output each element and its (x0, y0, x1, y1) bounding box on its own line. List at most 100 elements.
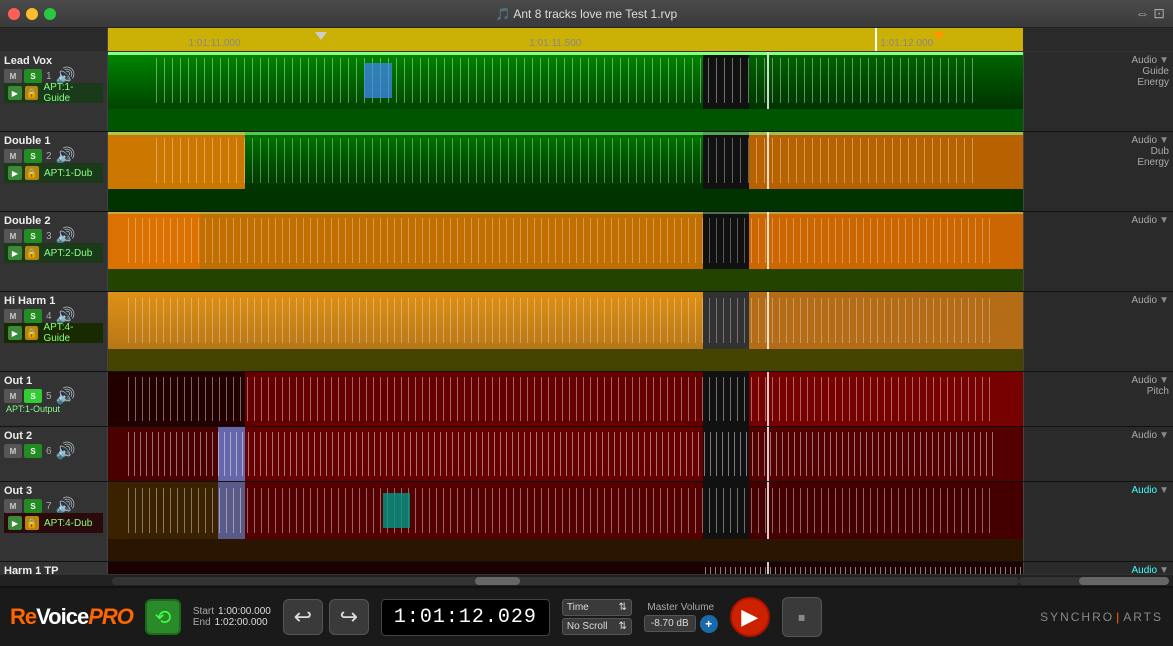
ruler-content[interactable]: 1:01:11.000 1:01:11.500 1:01:12.000 (108, 28, 1173, 51)
mute-button-7[interactable]: M (4, 499, 22, 513)
tracks-container[interactable]: Lead Vox M S 1 🔊 ▶ 🔒 APT:1-Guide (0, 52, 1173, 574)
start-label: Start (193, 606, 214, 617)
apt-lock-4[interactable]: 🔒 (25, 326, 39, 340)
mute-button-2[interactable]: M (4, 149, 22, 163)
volume-knob-1[interactable]: 🔊 (56, 69, 70, 83)
audio-type-1[interactable]: Audio ▼ (1132, 55, 1169, 66)
volume-knob-5[interactable]: 🔊 (56, 389, 70, 403)
play-icon: ▶ (741, 604, 758, 630)
solo-button-2[interactable]: S (24, 149, 42, 163)
solo-button-4[interactable]: S (24, 309, 42, 323)
track-right-7: Audio ▼ (1023, 482, 1173, 561)
waveform-area-8 (108, 562, 1023, 574)
track-content-lead-vox[interactable] (108, 52, 1023, 131)
track-name-lead-vox: Lead Vox (4, 55, 103, 67)
master-vol-label: Master Volume (647, 602, 714, 613)
track-controls-out3: M S 7 🔊 (4, 499, 103, 513)
expand-icon[interactable]: ⇔ (1135, 5, 1149, 22)
track-controls-double1: M S 2 🔊 (4, 149, 103, 163)
mute-button-3[interactable]: M (4, 229, 22, 243)
apt-lock-7[interactable]: 🔒 (25, 516, 39, 530)
audio-type-3[interactable]: Audio ▼ (1132, 215, 1169, 226)
audio-type-7[interactable]: Audio ▼ (1132, 485, 1169, 496)
track-content-hiharm1[interactable] (108, 292, 1023, 371)
track-row-harm1tp: Harm 1 TP M S 8 🔊 (0, 562, 1173, 574)
loop-button[interactable]: ⟲ (145, 599, 181, 635)
track-row-double2: Double 2 M S 3 🔊 ▶ 🔒 APT:2-Dub (0, 212, 1173, 292)
waveform-area-2 (108, 132, 1023, 189)
track-right-2: Audio ▼ Dub Energy (1023, 132, 1173, 211)
h-scroll-thumb[interactable] (475, 577, 520, 585)
mute-button-6[interactable]: M (4, 444, 22, 458)
audio-type-6[interactable]: Audio ▼ (1132, 430, 1169, 441)
audio-type-8[interactable]: Audio ▼ (1132, 565, 1169, 574)
synchro-pipe: | (1116, 610, 1121, 624)
apt-play-7[interactable]: ▶ (8, 516, 22, 530)
ruler-marker-3: 1:01:12.000 (880, 38, 933, 49)
window-size-icon[interactable]: ⊡ (1153, 5, 1165, 22)
apt-row-2: ▶ 🔒 APT:1-Dub (4, 163, 103, 183)
volume-knob-6[interactable]: 🔊 (56, 444, 70, 458)
horizontal-scrollbar[interactable] (0, 574, 1173, 586)
mute-button-4[interactable]: M (4, 309, 22, 323)
maximize-button[interactable] (44, 8, 56, 20)
synchro-arts-logo: SYNCHRO | ARTS (1040, 610, 1163, 624)
vol-plus-button[interactable]: + (700, 615, 718, 633)
apt-lock-3[interactable]: 🔒 (25, 246, 39, 260)
time-mode-arrows-2: ⇅ (618, 621, 626, 632)
solo-button-7[interactable]: S (24, 499, 42, 513)
volume-knob-4[interactable]: 🔊 (56, 309, 70, 323)
solo-button-6[interactable]: S (24, 444, 42, 458)
track-number-3: 3 (46, 231, 52, 242)
solo-button-3[interactable]: S (24, 229, 42, 243)
titlebar: 🎵 Ant 8 tracks love me Test 1.rvp ⇔ ⊡ (0, 0, 1173, 28)
mute-button-5[interactable]: M (4, 389, 22, 403)
track-row-out1: Out 1 M S 5 🔊 APT:1-Output (0, 372, 1173, 427)
audio-type-4[interactable]: Audio ▼ (1132, 295, 1169, 306)
volume-knob-3[interactable]: 🔊 (56, 229, 70, 243)
audio-type-5[interactable]: Audio ▼ (1132, 375, 1169, 386)
apt-lock-2[interactable]: 🔒 (25, 166, 39, 180)
time-range: Start 1:00:00.000 End 1:02:00.000 (193, 606, 271, 628)
track-content-out3[interactable] (108, 482, 1023, 561)
brand-logo: ReVoicePRO (10, 604, 133, 630)
extra-label-dub-2: Dub (1151, 146, 1169, 157)
track-content-double2[interactable] (108, 212, 1023, 291)
apt-play-2[interactable]: ▶ (8, 166, 22, 180)
track-content-harm1tp[interactable] (108, 562, 1023, 574)
minimize-button[interactable] (26, 8, 38, 20)
track-controls-hiharm1: M S 4 🔊 (4, 309, 103, 323)
apt-play-1[interactable]: ▶ (8, 86, 22, 100)
track-name-out3: Out 3 (4, 485, 103, 497)
solo-button-5[interactable]: S (24, 389, 42, 403)
volume-knob-7[interactable]: 🔊 (56, 499, 70, 513)
track-number-5: 5 (46, 391, 52, 402)
window-title: 🎵 Ant 8 tracks love me Test 1.rvp (496, 7, 677, 21)
h-scroll-right-inner[interactable] (1019, 577, 1169, 585)
h-scroll-track[interactable] (112, 577, 1019, 585)
record-button[interactable]: ⏹ (782, 597, 822, 637)
time-mode-select-bottom[interactable]: No Scroll ⇅ (562, 618, 632, 635)
track-row-double1: Double 1 M S 2 🔊 ▶ 🔒 APT:1-Dub (0, 132, 1173, 212)
time-mode-value: No Scroll (567, 621, 608, 632)
apt-row-3: ▶ 🔒 APT:2-Dub (4, 243, 103, 263)
undo-button[interactable]: ↩ (283, 599, 323, 635)
h-scroll-right-thumb[interactable] (1079, 577, 1169, 585)
volume-knob-2[interactable]: 🔊 (56, 149, 70, 163)
solo-button-1[interactable]: S (24, 69, 42, 83)
apt-lock-1[interactable]: 🔒 (25, 86, 39, 100)
time-mode-select-top[interactable]: Time ⇅ (562, 599, 632, 616)
redo-button[interactable]: ↪ (329, 599, 369, 635)
apt-play-3[interactable]: ▶ (8, 246, 22, 260)
track-name-double1: Double 1 (4, 135, 103, 147)
extra-label-pitch-5: Pitch (1147, 386, 1169, 397)
track-content-out2[interactable] (108, 427, 1023, 481)
track-content-double1[interactable] (108, 132, 1023, 211)
mute-button-1[interactable]: M (4, 69, 22, 83)
wf-lines-1 (154, 58, 978, 104)
close-button[interactable] (8, 8, 20, 20)
apt-play-4[interactable]: ▶ (8, 326, 22, 340)
play-button[interactable]: ▶ (730, 597, 770, 637)
track-content-out1[interactable] (108, 372, 1023, 426)
audio-type-2[interactable]: Audio ▼ (1132, 135, 1169, 146)
